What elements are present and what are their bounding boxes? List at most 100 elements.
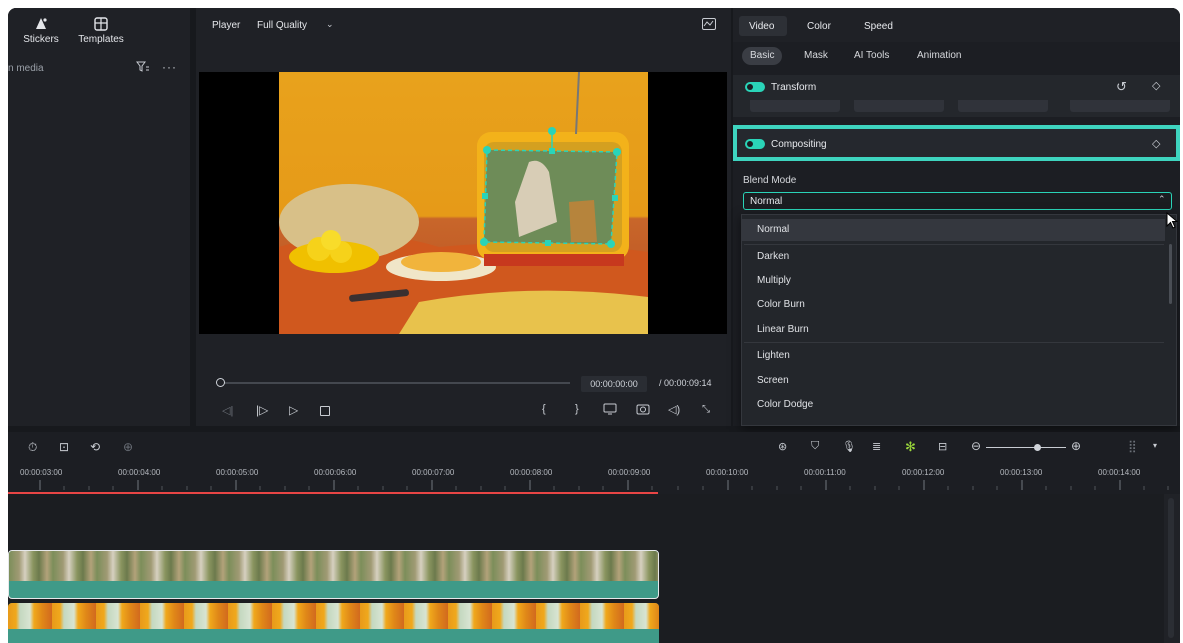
flip-horizontal-button[interactable] (750, 100, 840, 112)
blend-option-screen[interactable]: Screen (744, 370, 1173, 392)
mouse-cursor-icon (1166, 212, 1178, 229)
dropdown-scrollbar[interactable] (1169, 244, 1172, 304)
layout-grid-icon[interactable]: ⣿ (1128, 439, 1137, 453)
timeline-tracks (8, 494, 1180, 643)
display-icon[interactable] (603, 403, 617, 415)
mark-out-icon[interactable]: } (575, 403, 579, 415)
ruler-label: 00:00:11:00 (804, 468, 846, 477)
blend-mode-select[interactable]: Normal ⌃ (743, 192, 1172, 210)
clip-thumbnails (9, 551, 658, 581)
prev-frame-icon[interactable]: ◁| (222, 404, 233, 417)
timeline-scrollbar[interactable] (1168, 498, 1174, 638)
tab-video[interactable]: Video (749, 21, 774, 32)
compositing-keyframe-icon[interactable]: ◇ (1152, 137, 1160, 150)
microphone-icon[interactable]: 🎙︎ (842, 440, 856, 453)
media-search-text[interactable]: n media (8, 63, 44, 74)
timer-icon[interactable]: ⏱ (28, 440, 37, 455)
chevron-up-icon: ⌃ (1158, 194, 1166, 204)
rotate-button[interactable] (958, 100, 1048, 112)
ruler-label: 00:00:13:00 (1000, 468, 1043, 477)
flip-vertical-button[interactable] (854, 100, 944, 112)
blend-option-normal[interactable]: Normal (744, 219, 1173, 241)
zoom-in-icon[interactable]: ⊕ (1071, 439, 1081, 453)
video-frame (279, 72, 648, 334)
progress-handle[interactable] (216, 378, 225, 387)
blend-option-multiply[interactable]: Multiply (744, 270, 1173, 292)
templates-tab[interactable]: Templates (74, 16, 128, 45)
audio-list-icon[interactable]: ≣ (872, 440, 881, 453)
subtab-basic[interactable]: Basic (742, 47, 783, 65)
overlay-video-clip[interactable] (8, 550, 659, 599)
snapshot-icon[interactable] (636, 403, 650, 415)
zoom-slider[interactable] (986, 447, 1066, 448)
properties-tabs (733, 8, 1180, 42)
marker-icon[interactable]: ⛉ (811, 440, 819, 453)
dropdown-divider (744, 342, 1164, 343)
snap-icon[interactable]: ✻ (905, 439, 916, 455)
compositing-toggle[interactable] (745, 139, 765, 149)
clip-thumbnails (8, 603, 659, 629)
play-icon[interactable]: ▷ (289, 403, 298, 417)
compositing-label: Compositing (771, 139, 827, 150)
transform-toggle[interactable] (745, 82, 765, 92)
render-icon[interactable]: ⊛ (778, 440, 787, 453)
tab-color[interactable]: Color (807, 21, 831, 32)
subtab-animation[interactable]: Animation (909, 47, 969, 65)
templates-label: Templates (78, 34, 124, 45)
blend-option-color-dodge[interactable]: Color Dodge (744, 394, 1173, 416)
crop-button[interactable] (1070, 100, 1170, 112)
video-preview[interactable] (199, 72, 727, 334)
keyframe-icon[interactable]: ◇ (1152, 79, 1160, 92)
blend-mode-value: Normal (750, 196, 783, 207)
progress-track[interactable] (220, 382, 570, 384)
chevron-down-icon[interactable]: ⌄ (326, 19, 334, 30)
timeline-ruler[interactable] (8, 462, 1180, 494)
ruler-label: 00:00:12:00 (902, 468, 945, 477)
timeline-toolbar: ⏱ ⊡ ⟲ ⊕ ⊛ ⛉ 🎙︎ ≣ ✻ ⊟ ⊖ ⊕ ⣿ ▾ (8, 432, 1180, 462)
ruler-label: 00:00:09:00 (608, 468, 651, 477)
auto-reframe-icon[interactable]: ⊡ (59, 440, 69, 454)
transform-label: Transform (771, 82, 817, 93)
stickers-tab[interactable]: Stickers (14, 16, 68, 45)
blend-option-lighten[interactable]: Lighten (744, 345, 1173, 367)
media-search-row: n media ··· (8, 60, 190, 78)
dropdown-divider (744, 244, 1164, 245)
filter-icon[interactable] (136, 61, 150, 73)
ruler-label: 00:00:06:00 (314, 468, 357, 477)
mark-in-icon[interactable]: { (542, 403, 546, 415)
ruler-label: 00:00:07:00 (412, 468, 455, 477)
ruler-label: 00:00:05:00 (216, 468, 259, 477)
fit-icon[interactable]: ⊟ (938, 440, 947, 453)
total-time: / 00:00:09:14 (659, 378, 712, 388)
stop-icon[interactable] (320, 406, 330, 416)
volume-icon[interactable]: ◁) (668, 403, 680, 416)
zoom-out-icon[interactable]: ⊖ (971, 439, 981, 453)
blend-option-color-burn[interactable]: Color Burn (744, 294, 1173, 316)
fullscreen-icon[interactable]: ⤡ (702, 404, 710, 415)
subtab-mask[interactable]: Mask (796, 47, 836, 65)
player-panel: Player Full Quality ⌄ 00:00:00:00 / 00:0… (196, 8, 731, 426)
quality-select[interactable]: Full Quality (257, 20, 307, 31)
step-forward-icon[interactable]: |▷ (256, 403, 268, 417)
tab-speed[interactable]: Speed (864, 21, 893, 32)
zoom-slider-handle[interactable] (1034, 444, 1041, 451)
sticker-icon (14, 16, 68, 32)
templates-icon (74, 16, 128, 32)
player-header: Player Full Quality ⌄ (196, 8, 731, 46)
current-time[interactable]: 00:00:00:00 (581, 376, 647, 392)
blend-option-darken[interactable]: Darken (744, 246, 1173, 268)
ruler-label: 00:00:04:00 (118, 468, 161, 477)
ruler-ticks (39, 480, 1169, 490)
ruler-label: 00:00:03:00 (20, 468, 63, 477)
waveform-icon[interactable] (702, 18, 716, 30)
stickers-label: Stickers (23, 34, 59, 45)
motion-track-icon[interactable]: ⟲ (90, 440, 100, 454)
ai-icon[interactable]: ⊕ (123, 440, 133, 454)
reset-icon[interactable]: ↺ (1116, 79, 1127, 95)
more-icon[interactable]: ··· (162, 60, 177, 74)
blend-option-linear-burn[interactable]: Linear Burn (744, 319, 1173, 341)
main-video-clip[interactable] (8, 603, 659, 643)
chevron-down-icon[interactable]: ▾ (1153, 441, 1157, 450)
subtab-ai-tools[interactable]: AI Tools (846, 47, 897, 65)
ruler-label: 00:00:14:00 (1098, 468, 1141, 477)
